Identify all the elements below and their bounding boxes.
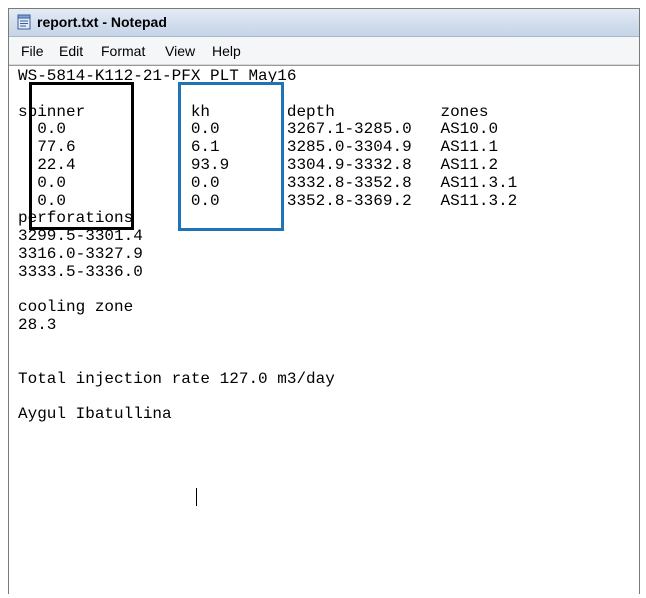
kh-highlight-box: [178, 82, 284, 231]
menu-format[interactable]: Format: [101, 43, 145, 59]
menu-bar: File Edit Format View Help: [9, 37, 639, 65]
menu-help[interactable]: Help: [212, 43, 241, 59]
text-caret: [196, 488, 197, 506]
window-title: report.txt - Notepad: [37, 14, 167, 30]
menu-edit[interactable]: Edit: [59, 43, 83, 59]
notepad-icon: [17, 14, 31, 30]
title-bar[interactable]: report.txt - Notepad: [9, 9, 639, 37]
menu-file[interactable]: File: [21, 43, 44, 59]
menu-view[interactable]: View: [165, 43, 195, 59]
spinner-highlight-box: [29, 82, 134, 230]
